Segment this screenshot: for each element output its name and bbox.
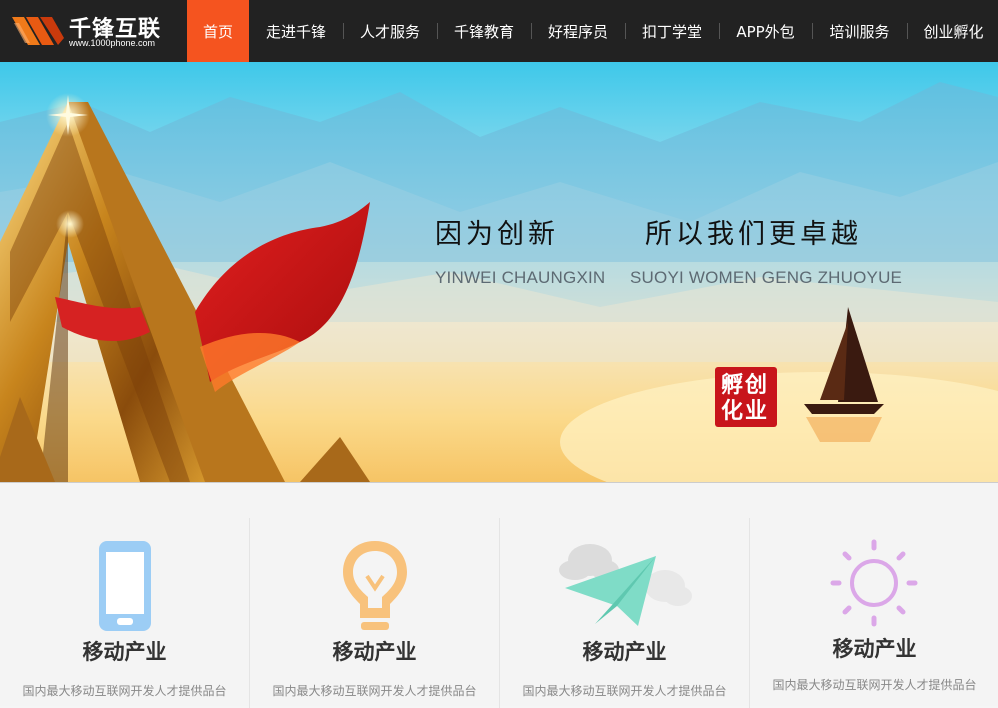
feature-description: 国内最大移动互联网开发人才提供品台 bbox=[22, 684, 227, 698]
incubator-seal: 孵创 化业 bbox=[715, 367, 777, 427]
feature-description: 国内最大移动互联网开发人才提供品台 bbox=[522, 684, 727, 698]
nav-divider bbox=[625, 23, 626, 39]
feature-title: 移动产业 bbox=[82, 640, 167, 664]
nav-divider bbox=[343, 23, 344, 39]
nav-item-label: 首页 bbox=[202, 22, 233, 41]
nav-item-about[interactable]: 走进千锋 bbox=[249, 0, 343, 62]
paper-plane-icon bbox=[559, 544, 692, 626]
slogan-part2: 所以我们更卓越 bbox=[645, 219, 862, 250]
nav-item-koudin[interactable]: 扣丁学堂 bbox=[625, 0, 719, 62]
logo-mark-icon bbox=[12, 17, 64, 45]
nav-divider bbox=[719, 23, 720, 39]
nav-divider bbox=[531, 23, 532, 39]
logo[interactable]: 千锋互联 www.1000phone.com bbox=[0, 0, 187, 62]
nav-item-training[interactable]: 培训服务 bbox=[812, 0, 907, 62]
nav-item-label: 走进千锋 bbox=[265, 22, 326, 41]
feature-card[interactable]: 移动产业 国内最大移动互联网开发人才提供品台 bbox=[499, 518, 748, 708]
feature-description: 国内最大移动互联网开发人才提供品台 bbox=[772, 678, 977, 692]
nav-item-label: 好程序员 bbox=[547, 22, 608, 41]
feature-card[interactable]: 移动产业 国内最大移动互联网开发人才提供品台 bbox=[249, 518, 498, 708]
nav-item-label: APP外包 bbox=[736, 22, 795, 41]
nav-item-programmer[interactable]: 好程序员 bbox=[531, 0, 625, 62]
feature-card[interactable]: 移动产业 国内最大移动互联网开发人才提供品台 bbox=[749, 518, 998, 708]
slogan-part1: 因为创新 bbox=[435, 219, 559, 250]
brand-url: www.1000phone.com bbox=[69, 38, 156, 48]
nav-item-label: 千锋教育 bbox=[453, 22, 514, 41]
seal-text: 孵创 化业 bbox=[721, 372, 770, 424]
hero-banner[interactable]: 因为创新 所以我们更卓越 YINWEI CHAUNGXIN SUOYI WOME… bbox=[0, 62, 998, 482]
slogan-pinyin-part1: YINWEI CHAUNGXIN bbox=[435, 268, 606, 287]
phone-icon bbox=[99, 541, 151, 631]
nav-item-home[interactable]: 首页 bbox=[187, 0, 249, 62]
nav-item-label: 人才服务 bbox=[359, 22, 420, 41]
feature-title: 移动产业 bbox=[832, 637, 917, 661]
main-menu: 首页 走进千锋 人才服务 千锋教育 好程序员 扣丁学堂 APP外包 培训服务 创… bbox=[187, 0, 998, 62]
feature-description: 国内最大移动互联网开发人才提供品台 bbox=[272, 684, 477, 698]
feature-title: 移动产业 bbox=[332, 640, 417, 664]
nav-item-incubator[interactable]: 创业孵化 bbox=[907, 0, 998, 62]
nav-item-education[interactable]: 千锋教育 bbox=[437, 0, 531, 62]
nav-divider bbox=[437, 23, 438, 39]
nav-item-label: 扣丁学堂 bbox=[641, 22, 702, 41]
top-nav: 千锋互联 www.1000phone.com 首页 走进千锋 人才服务 千锋教育… bbox=[0, 0, 998, 62]
nav-item-talent[interactable]: 人才服务 bbox=[343, 0, 437, 62]
nav-divider bbox=[812, 23, 813, 39]
nav-item-label: 创业孵化 bbox=[923, 22, 984, 41]
lightbulb-icon bbox=[343, 541, 407, 630]
nav-item-app-outsource[interactable]: APP外包 bbox=[719, 0, 812, 62]
feature-section: 移动产业 国内最大移动互联网开发人才提供品台 移动产业 国内最大移动互联网开发人… bbox=[0, 482, 998, 708]
nav-item-label: 培训服务 bbox=[829, 22, 890, 41]
sun-icon bbox=[830, 539, 918, 627]
feature-card[interactable]: 移动产业 国内最大移动互联网开发人才提供品台 bbox=[0, 518, 249, 708]
nav-divider bbox=[907, 23, 908, 39]
slogan-pinyin-part2: SUOYI WOMEN GENG ZHUOYUE bbox=[630, 268, 903, 287]
feature-title: 移动产业 bbox=[582, 640, 667, 664]
